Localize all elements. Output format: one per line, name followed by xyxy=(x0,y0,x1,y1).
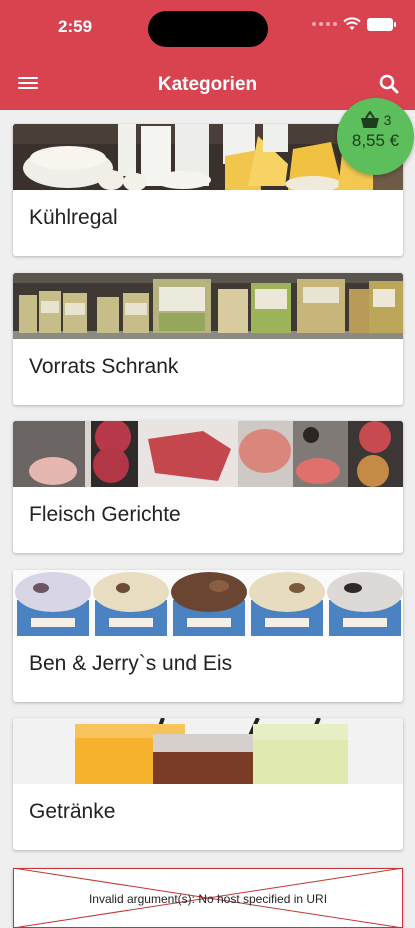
wifi-icon xyxy=(343,17,361,30)
error-message: Invalid argument(s): No host specified i… xyxy=(88,892,328,906)
meat-cuts-image xyxy=(13,421,403,487)
cart-badge[interactable]: 3 8,55 € xyxy=(337,98,414,175)
page-title: Kategorien xyxy=(157,74,258,95)
category-label: Ben & Jerry`s und Eis xyxy=(29,652,233,675)
broken-image-card: Invalid argument(s): No host specified i… xyxy=(13,868,403,928)
drinks-glasses-image xyxy=(13,718,403,784)
dynamic-island xyxy=(148,11,268,47)
battery-icon xyxy=(367,17,396,31)
cart-total: 8,55 € xyxy=(351,131,400,150)
category-card-fleisch-gerichte[interactable]: Fleisch Gerichte xyxy=(13,421,403,553)
app-bar: 2:59 Kategorien xyxy=(0,0,415,110)
ice-cream-cups-image xyxy=(13,570,403,636)
category-card-ben-jerrys[interactable]: Ben & Jerry`s und Eis xyxy=(13,570,403,702)
category-label: Fleisch Gerichte xyxy=(29,503,181,526)
category-label: Vorrats Schrank xyxy=(29,355,179,378)
cellular-signal-icon xyxy=(312,22,337,26)
status-time: 2:59 xyxy=(58,17,93,36)
category-card-vorrats-schrank[interactable]: Vorrats Schrank xyxy=(13,273,403,405)
basket-icon xyxy=(360,111,379,128)
category-label: Getränke xyxy=(29,800,116,823)
category-label: Kühlregal xyxy=(29,206,118,229)
cart-count: 3 xyxy=(383,112,392,128)
search-icon[interactable] xyxy=(377,72,401,96)
category-card-getraenke[interactable]: Getränke xyxy=(13,718,403,850)
status-icons xyxy=(312,17,396,31)
pantry-jars-image xyxy=(13,273,403,339)
